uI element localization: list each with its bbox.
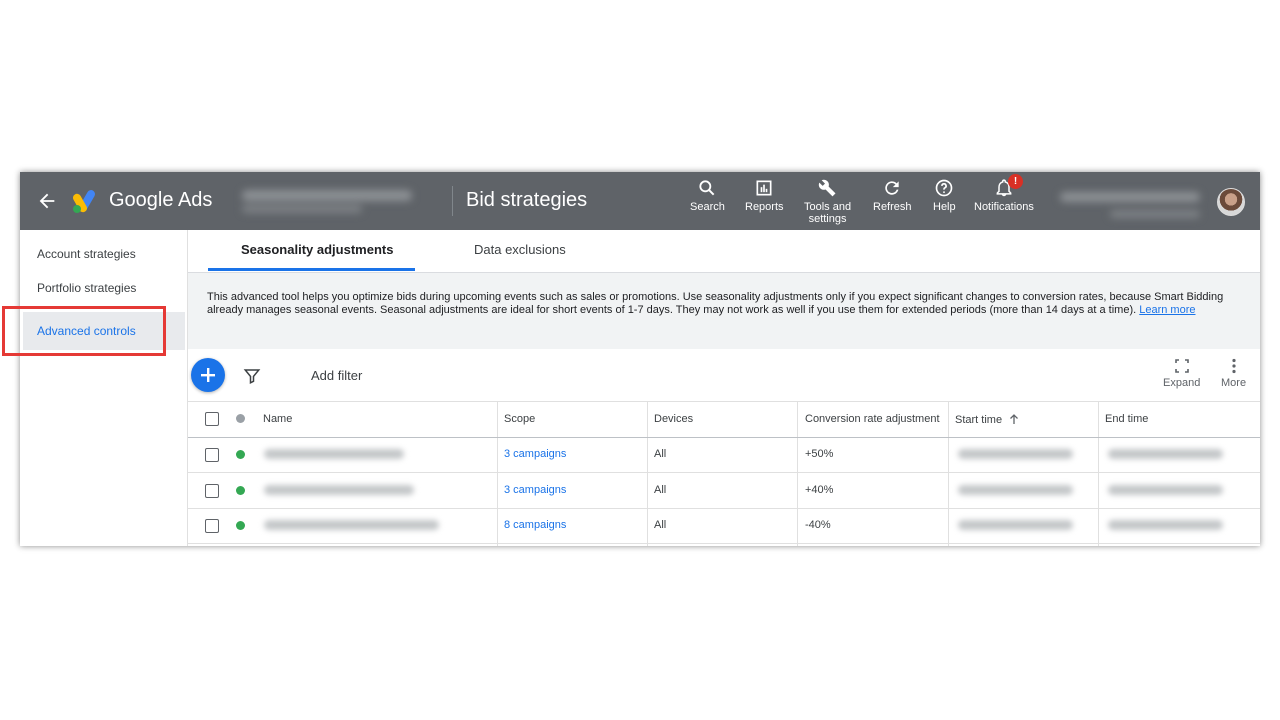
top-bar: Google Ads Bid strategies Search Reports… — [20, 172, 1260, 230]
sidebar-item-label: Advanced controls — [37, 324, 136, 338]
filter-icon[interactable] — [243, 367, 261, 385]
notification-badge: ! — [1008, 174, 1023, 189]
page-title: Bid strategies — [466, 189, 588, 211]
plus-icon — [201, 368, 215, 382]
banner-text: This advanced tool helps you optimize bi… — [207, 291, 1237, 317]
reports-label: Reports — [745, 201, 784, 213]
start-time-value — [958, 449, 1073, 459]
add-button[interactable] — [191, 358, 225, 392]
adjustment-value: +40% — [805, 484, 834, 496]
avatar[interactable] — [1217, 188, 1245, 216]
table-toolbar: Add filter Expand More — [188, 349, 1260, 401]
scope-link[interactable]: 3 campaigns — [504, 484, 566, 496]
sidebar-item-account-strategies[interactable]: Account strategies — [37, 247, 136, 261]
active-tab-indicator — [208, 268, 415, 271]
devices-value: All — [654, 519, 667, 531]
app-name: Google Ads — [109, 189, 213, 211]
search-button[interactable]: Search — [690, 178, 725, 213]
notifications-button[interactable]: Notifications — [974, 178, 1034, 213]
column-header-conversion-rate-adjustment[interactable]: Conversion rate adjustment — [805, 413, 940, 425]
adjustment-value: -40% — [805, 519, 831, 531]
sidebar-item-portfolio-strategies[interactable]: Portfolio strategies — [37, 281, 136, 295]
refresh-label: Refresh — [873, 201, 912, 213]
column-header-devices[interactable]: Devices — [654, 413, 693, 425]
google-ads-logo-icon — [73, 190, 95, 213]
more-label: More — [1221, 377, 1247, 389]
table-row[interactable]: 3 campaigns All +50% — [188, 437, 1260, 473]
table-header: Name Scope Devices Conversion rate adjus… — [188, 401, 1260, 438]
column-header-start-time[interactable]: Start time — [955, 413, 1020, 426]
tools-label: Tools and — [804, 201, 852, 213]
settings-label: settings — [808, 213, 847, 225]
strategy-name[interactable] — [264, 449, 404, 459]
account-selector[interactable] — [242, 188, 428, 216]
tab-data-exclusions[interactable]: Data exclusions — [474, 242, 566, 257]
reports-icon — [756, 180, 772, 196]
help-icon — [935, 179, 953, 197]
tab-bar: Seasonality adjustments Data exclusions — [188, 230, 1260, 273]
row-checkbox[interactable] — [205, 448, 219, 462]
divider — [452, 186, 453, 216]
end-time-value — [1108, 520, 1223, 530]
status-enabled-dot — [236, 521, 245, 530]
more-button[interactable]: More — [1221, 358, 1246, 389]
search-label: Search — [690, 201, 725, 213]
expand-icon — [1174, 359, 1189, 373]
strategy-name[interactable] — [264, 485, 414, 495]
learn-more-link[interactable]: Learn more — [1139, 304, 1195, 316]
scope-link[interactable]: 3 campaigns — [504, 448, 566, 460]
row-checkbox[interactable] — [205, 519, 219, 533]
column-header-name[interactable]: Name — [263, 413, 292, 425]
notifications-label: Notifications — [974, 201, 1034, 213]
end-time-value — [1108, 485, 1223, 495]
search-icon — [699, 180, 715, 196]
tools-settings-button[interactable]: Tools and settings — [804, 178, 851, 225]
banner-message: This advanced tool helps you optimize bi… — [207, 291, 1224, 316]
sort-ascending-icon — [1010, 414, 1019, 424]
devices-value: All — [654, 484, 667, 496]
column-header-end-time[interactable]: End time — [1105, 413, 1148, 425]
row-checkbox[interactable] — [205, 484, 219, 498]
devices-value: All — [654, 448, 667, 460]
start-time-value — [958, 520, 1073, 530]
start-time-label: Start time — [955, 414, 1003, 426]
adjustment-value: +50% — [805, 448, 834, 460]
status-header-dot — [236, 414, 245, 423]
table-row[interactable]: 8 campaigns All -40% — [188, 508, 1260, 544]
refresh-icon — [885, 181, 899, 195]
reports-button[interactable]: Reports — [745, 178, 784, 213]
sidebar-item-advanced-controls[interactable]: Advanced controls — [23, 312, 185, 350]
app-window: Google Ads Bid strategies Search Reports… — [20, 172, 1260, 546]
tab-seasonality-adjustments[interactable]: Seasonality adjustments — [241, 242, 393, 257]
expand-label: Expand — [1163, 377, 1201, 389]
sidebar: Account strategies Portfolio strategies … — [20, 230, 188, 546]
help-button[interactable]: Help — [933, 178, 956, 213]
account-info — [1060, 186, 1210, 226]
more-vert-icon — [1231, 358, 1236, 374]
start-time-value — [958, 485, 1073, 495]
strategy-name[interactable] — [264, 520, 439, 530]
add-filter-label[interactable]: Add filter — [311, 368, 362, 383]
select-all-checkbox[interactable] — [205, 412, 219, 426]
expand-button[interactable]: Expand — [1163, 358, 1200, 389]
table-row[interactable]: 3 campaigns All +40% — [188, 473, 1260, 509]
end-time-value — [1108, 449, 1223, 459]
back-arrow-icon[interactable] — [36, 190, 58, 212]
seasonality-table: Name Scope Devices Conversion rate adjus… — [188, 401, 1260, 546]
status-enabled-dot — [236, 450, 245, 459]
wrench-icon — [818, 179, 836, 197]
refresh-button[interactable]: Refresh — [873, 178, 912, 213]
status-enabled-dot — [236, 486, 245, 495]
scope-link[interactable]: 8 campaigns — [504, 519, 566, 531]
info-banner: This advanced tool helps you optimize bi… — [188, 273, 1260, 349]
help-label: Help — [933, 201, 956, 213]
column-header-scope[interactable]: Scope — [504, 413, 535, 425]
